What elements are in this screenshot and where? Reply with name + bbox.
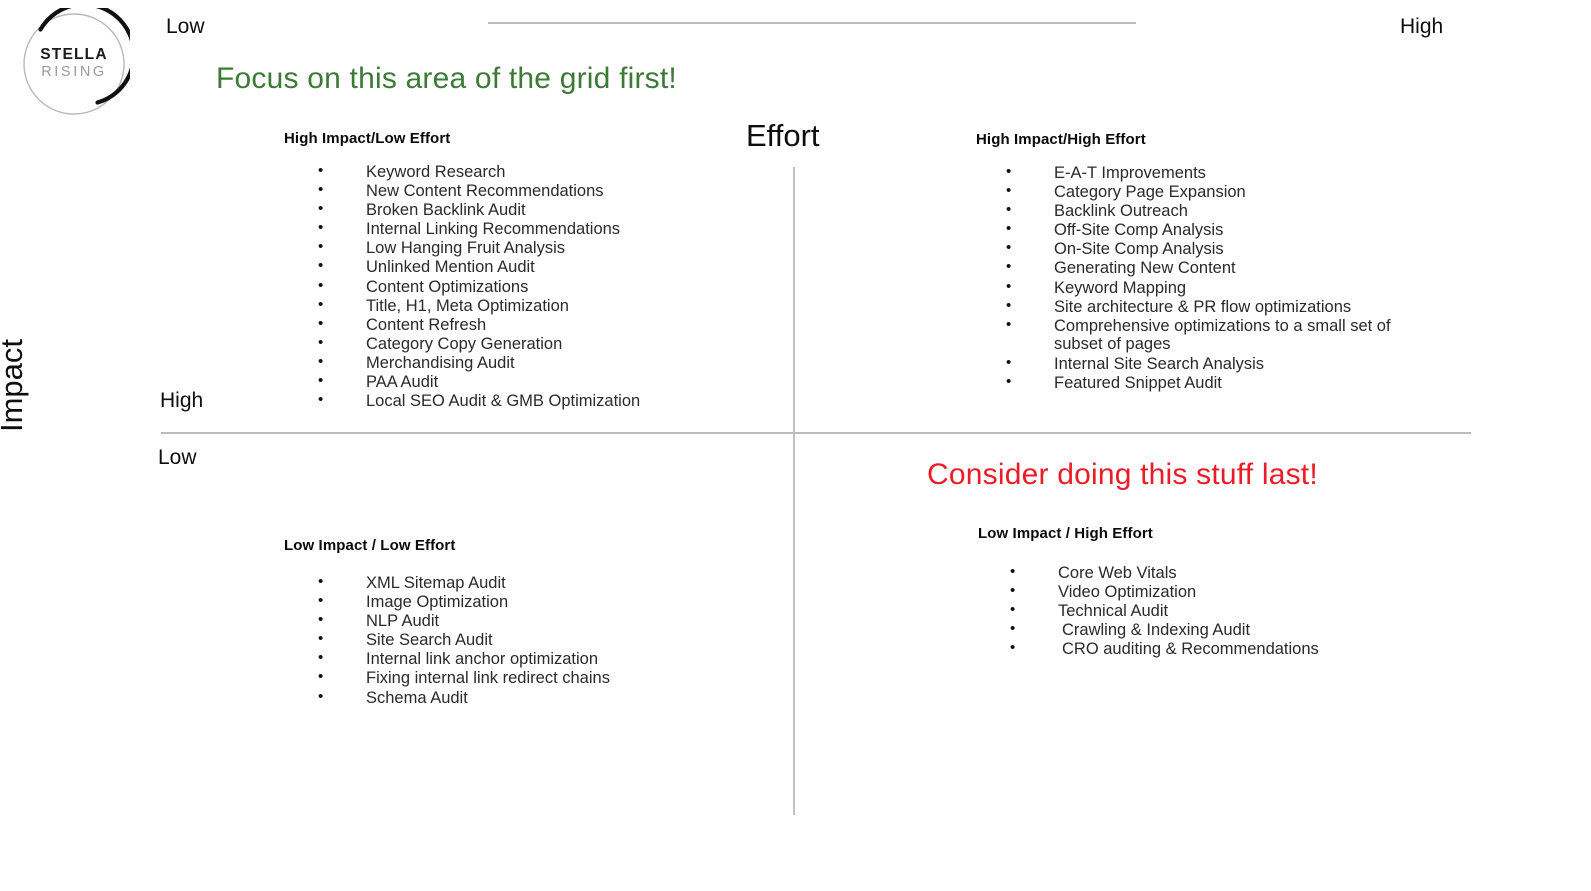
effort-axis-rule [488, 22, 1136, 24]
quadrant-title: High Impact/Low Effort [284, 130, 451, 147]
list-item: Category Page Expansion [976, 182, 1436, 202]
list-item: Internal link anchor optimization [284, 649, 724, 669]
quadrant-high-impact-low-effort: High Impact/Low Effort Keyword Research … [284, 130, 754, 411]
list-item: Merchandising Audit [284, 353, 754, 373]
quadrant-title: High Impact/High Effort [976, 131, 1146, 148]
impact-axis-low-label: Low [158, 446, 197, 469]
quadrant-item-list: Keyword Research New Content Recommendat… [284, 162, 754, 411]
callout-do-last: Consider doing this stuff last! [927, 458, 1318, 491]
list-item: Category Copy Generation [284, 334, 754, 354]
quadrant-title: Low Impact / High Effort [978, 525, 1153, 542]
list-item: Content Optimizations [284, 277, 754, 297]
list-item: PAA Audit [284, 372, 754, 392]
stella-rising-logo: STELLA RISING [18, 8, 130, 120]
list-item: Unlinked Mention Audit [284, 257, 754, 277]
list-item: NLP Audit [284, 611, 724, 631]
list-item: CRO auditing & Recommendations [978, 639, 1418, 659]
list-item: Local SEO Audit & GMB Optimization [284, 391, 754, 411]
list-item: Schema Audit [284, 688, 724, 708]
logo-circle-icon [23, 8, 130, 115]
list-item: Internal Linking Recommendations [284, 219, 754, 239]
quadrant-item-list: XML Sitemap Audit Image Optimization NLP… [284, 573, 724, 708]
list-item: Site Search Audit [284, 630, 724, 650]
list-item: Backlink Outreach [976, 201, 1436, 221]
effort-axis-title: Effort [746, 118, 820, 153]
list-item: Low Hanging Fruit Analysis [284, 238, 754, 258]
list-item: Fixing internal link redirect chains [284, 668, 724, 688]
list-item: Off-Site Comp Analysis [976, 220, 1436, 240]
list-item: Comprehensive optimizations to a small s… [976, 316, 1436, 354]
list-item: Internal Site Search Analysis [976, 354, 1436, 374]
quadrant-item-list: E-A-T Improvements Category Page Expansi… [976, 163, 1436, 393]
list-item: On-Site Comp Analysis [976, 239, 1436, 259]
impact-axis-title: Impact [0, 338, 29, 432]
list-item: Broken Backlink Audit [284, 200, 754, 220]
quadrant-title: Low Impact / Low Effort [284, 537, 456, 554]
list-item: New Content Recommendations [284, 181, 754, 201]
quadrant-item-list: Core Web Vitals Video Optimization Techn… [978, 563, 1418, 659]
list-item: XML Sitemap Audit [284, 573, 724, 593]
list-item: Content Refresh [284, 315, 754, 335]
impact-axis-high-label: High [160, 389, 204, 412]
list-item: Keyword Mapping [976, 278, 1436, 298]
list-item: Featured Snippet Audit [976, 373, 1436, 393]
quadrant-low-impact-high-effort: Low Impact / High Effort Core Web Vitals… [978, 525, 1418, 659]
list-item: Keyword Research [284, 162, 754, 182]
list-item: Core Web Vitals [978, 563, 1418, 583]
quadrant-low-impact-low-effort: Low Impact / Low Effort XML Sitemap Audi… [284, 537, 724, 708]
quadrant-high-impact-high-effort: High Impact/High Effort E-A-T Improvemen… [976, 131, 1436, 393]
list-item: Crawling & Indexing Audit [978, 620, 1418, 640]
impact-axis-rule [161, 432, 1471, 434]
effort-axis-low-label: Low [166, 15, 205, 38]
list-item: Video Optimization [978, 582, 1418, 602]
list-item: E-A-T Improvements [976, 163, 1436, 183]
list-item: Title, H1, Meta Optimization [284, 296, 754, 316]
list-item: Image Optimization [284, 592, 724, 612]
callout-focus-first: Focus on this area of the grid first! [216, 62, 677, 95]
list-item: Generating New Content [976, 258, 1436, 278]
list-item: Technical Audit [978, 601, 1418, 621]
effort-axis-high-label: High [1400, 15, 1444, 38]
quadrant-vertical-divider [793, 167, 795, 815]
list-item: Site architecture & PR flow optimization… [976, 297, 1436, 317]
